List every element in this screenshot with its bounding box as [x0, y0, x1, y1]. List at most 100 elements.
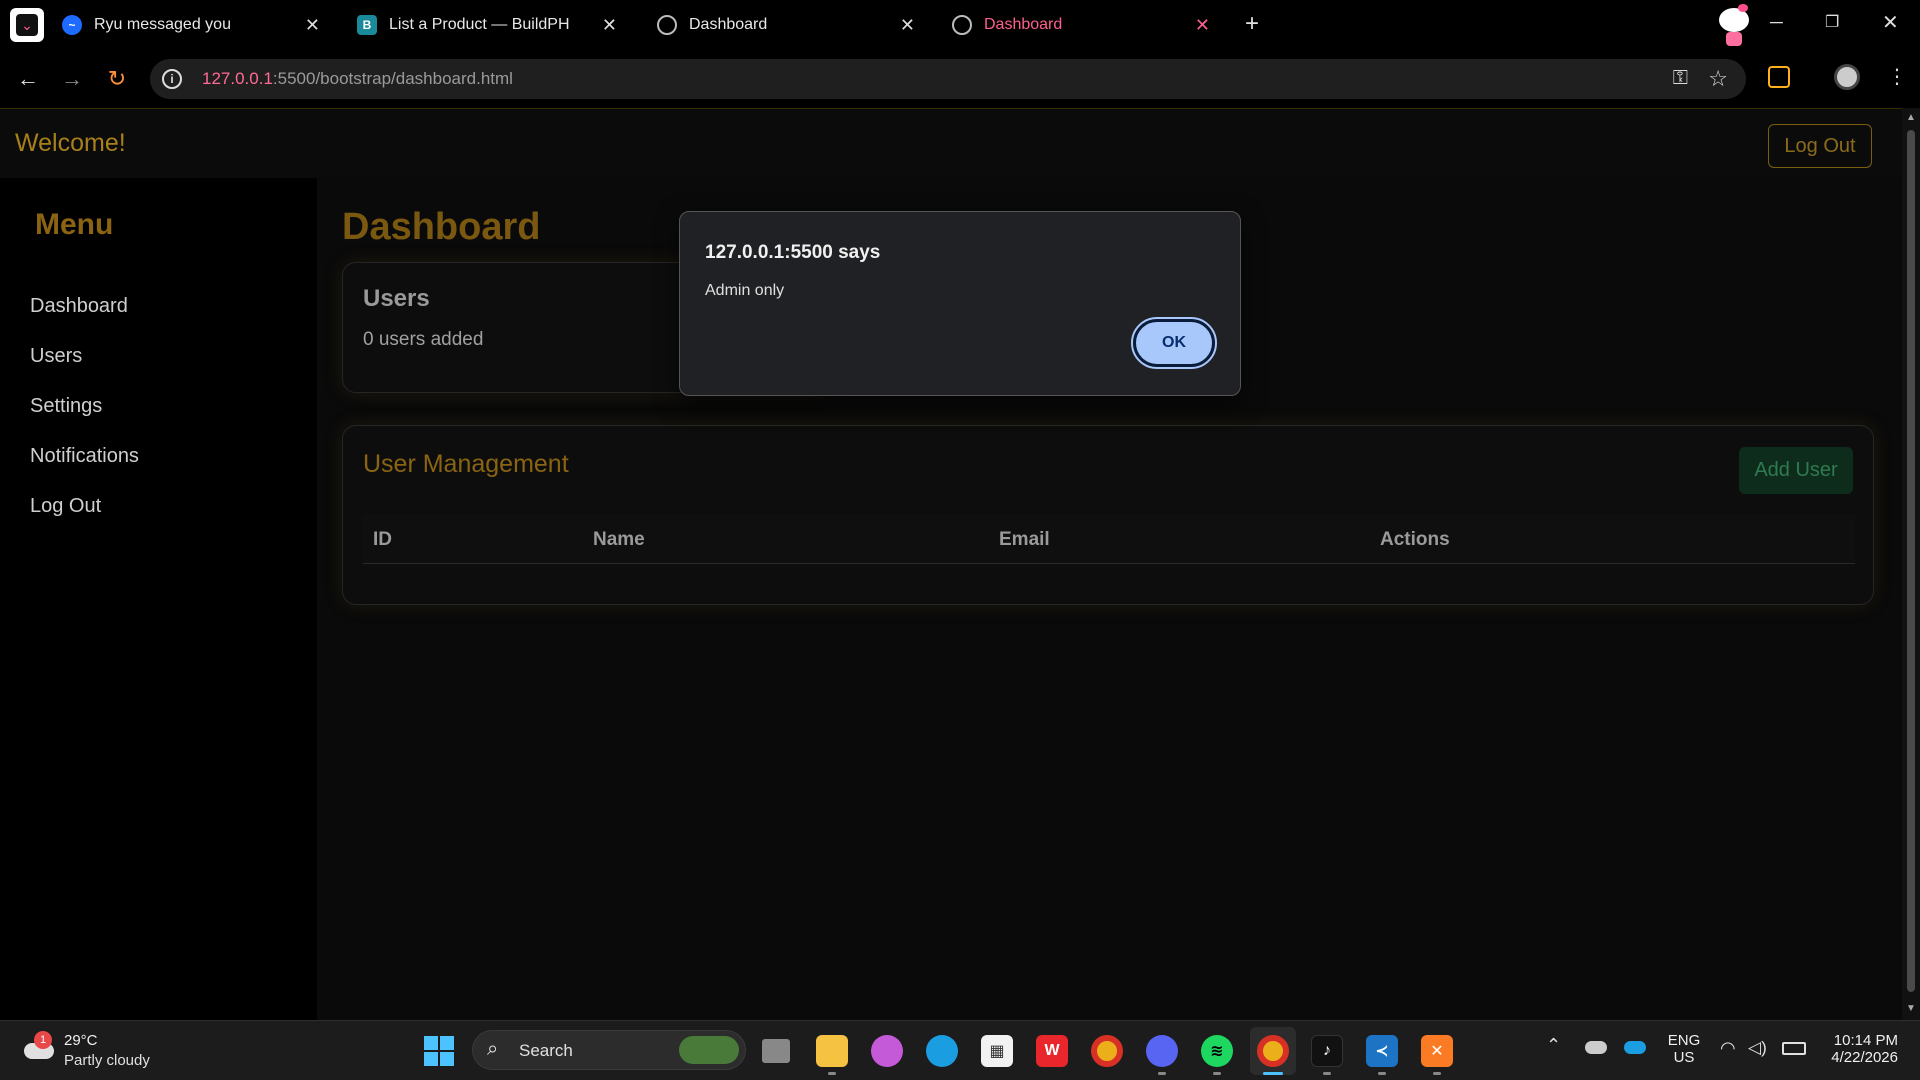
discord-icon[interactable]: [1146, 1035, 1178, 1067]
column-header-actions[interactable]: Actions: [1380, 529, 1450, 551]
wifi-icon[interactable]: ◠: [1720, 1038, 1736, 1059]
welcome-text: Welcome!: [15, 129, 126, 157]
weather-badge: 1: [34, 1031, 52, 1049]
forward-arrow-icon[interactable]: →: [58, 66, 86, 92]
page-scrollbar[interactable]: ▲ ▼: [1902, 108, 1920, 1020]
users-card-title: Users: [363, 285, 430, 312]
column-header-id[interactable]: ID: [373, 529, 392, 551]
taskbar-search[interactable]: ⌕ Search: [472, 1030, 746, 1070]
windows-start-icon[interactable]: [424, 1036, 454, 1066]
alert-message: Admin only: [705, 282, 785, 299]
extensions-icon[interactable]: [1768, 66, 1790, 88]
tab-ryu-messaged[interactable]: ~ Ryu messaged you ✕: [50, 6, 330, 44]
column-header-name[interactable]: Name: [593, 529, 645, 551]
close-tab-icon[interactable]: ✕: [900, 15, 915, 36]
messenger-icon: ~: [62, 15, 82, 35]
logout-button[interactable]: Log Out: [1768, 124, 1872, 168]
tab-dashboard[interactable]: Dashboard ✕: [645, 6, 925, 44]
bookmark-star-icon[interactable]: ☆: [1708, 66, 1728, 92]
sidebar-title: Menu: [35, 208, 114, 241]
new-tab-button[interactable]: +: [1245, 10, 1259, 38]
weather-description[interactable]: Partly cloudy: [64, 1052, 150, 1069]
tab-title: List a Product — BuildPH: [389, 16, 570, 33]
globe-icon: [657, 15, 677, 35]
chrome-icon[interactable]: [1091, 1035, 1123, 1067]
onedrive-cloud-icon[interactable]: [1585, 1041, 1607, 1054]
sidebar-item-settings[interactable]: Settings: [30, 395, 102, 418]
running-indicator: [1433, 1072, 1441, 1075]
sidebar: Menu Dashboard Users Settings Notificati…: [0, 178, 317, 1020]
search-icon: ⌕: [487, 1038, 499, 1060]
spotify-icon[interactable]: ≋: [1201, 1035, 1233, 1067]
clock-time: 10:14 PM: [1833, 1032, 1898, 1049]
tab-title: Dashboard: [689, 16, 768, 33]
windows-taskbar: 1 29°C Partly cloudy ⌕ Search ▦ W ≋ ♪ ≺ …: [0, 1020, 1920, 1080]
browser-tab-bar: ⌄ ~ Ryu messaged you ✕ B List a Product …: [0, 0, 1920, 50]
page-title: Dashboard: [342, 206, 541, 248]
address-bar[interactable]: i 127.0.0.1:5500/bootstrap/dashboard.htm…: [150, 59, 1746, 99]
sidebar-item-dashboard[interactable]: Dashboard: [30, 295, 128, 318]
battery-icon[interactable]: [1782, 1042, 1806, 1055]
back-arrow-icon[interactable]: ←: [14, 66, 42, 92]
volume-icon[interactable]: ◁): [1748, 1038, 1767, 1058]
running-indicator: [828, 1072, 836, 1075]
alert-title: 127.0.0.1:5500 says: [705, 242, 881, 263]
lang-code: ENG: [1667, 1032, 1701, 1049]
chrome-menu-icon[interactable]: ⋮: [1887, 64, 1907, 89]
column-header-email[interactable]: Email: [999, 529, 1050, 551]
running-indicator: [1213, 1072, 1221, 1075]
restore-icon[interactable]: ❐: [1825, 12, 1839, 32]
profile-avatar-icon[interactable]: [1716, 2, 1752, 48]
url-text[interactable]: 127.0.0.1:5500/bootstrap/dashboard.html: [202, 69, 513, 89]
running-indicator: [1378, 1072, 1386, 1075]
web-page: Welcome! Log Out Menu Dashboard Users Se…: [0, 108, 1902, 1020]
add-user-button[interactable]: Add User: [1739, 447, 1853, 494]
xampp-icon[interactable]: ✕: [1421, 1035, 1453, 1067]
tab-search-icon[interactable]: ⌄: [10, 8, 44, 42]
alert-dialog: 127.0.0.1:5500 says Admin only OK: [679, 211, 1241, 396]
vscode-icon[interactable]: ≺: [1366, 1035, 1398, 1067]
alert-ok-button[interactable]: OK: [1131, 317, 1217, 369]
sidebar-item-users[interactable]: Users: [30, 345, 82, 368]
onedrive-blue-icon[interactable]: [1624, 1041, 1646, 1054]
wps-office-icon[interactable]: W: [1036, 1035, 1068, 1067]
weather-cloud-icon[interactable]: 1: [24, 1031, 56, 1061]
weather-temperature[interactable]: 29°C: [64, 1032, 98, 1049]
file-explorer-icon[interactable]: [816, 1035, 848, 1067]
site-info-icon[interactable]: i: [162, 69, 182, 89]
language-indicator[interactable]: ENG US: [1666, 1032, 1702, 1066]
users-count-text: 0 users added: [363, 329, 484, 350]
tiktok-icon[interactable]: ♪: [1311, 1035, 1343, 1067]
minimize-icon[interactable]: ─: [1770, 12, 1783, 33]
reload-icon[interactable]: ↻: [103, 66, 131, 92]
sidebar-item-notifications[interactable]: Notifications: [30, 445, 139, 468]
store-icon[interactable]: ▦: [981, 1035, 1013, 1067]
chrome-profile-icon[interactable]: [1257, 1035, 1289, 1067]
scrollbar-thumb[interactable]: [1907, 130, 1915, 992]
chevron-up-icon[interactable]: ⌃: [1546, 1035, 1561, 1056]
sidebar-item-logout[interactable]: Log Out: [30, 495, 101, 518]
globe-icon: [952, 15, 972, 35]
user-management-card: User Management Add User ID Name Email A…: [342, 425, 1874, 605]
buildph-icon: B: [357, 15, 377, 35]
close-tab-icon[interactable]: ✕: [602, 15, 617, 36]
running-indicator: [1158, 1072, 1166, 1075]
copilot-icon[interactable]: [871, 1035, 903, 1067]
task-view-icon[interactable]: [762, 1039, 790, 1063]
scroll-down-icon[interactable]: ▼: [1906, 1003, 1916, 1014]
tab-list-product[interactable]: B List a Product — BuildPH ✕: [345, 6, 627, 44]
close-tab-icon[interactable]: ✕: [1195, 15, 1210, 36]
clock-date: 4/22/2026: [1831, 1049, 1898, 1066]
edge-icon[interactable]: [926, 1035, 958, 1067]
close-tab-icon[interactable]: ✕: [305, 15, 320, 36]
password-key-icon[interactable]: ⚿: [1673, 67, 1688, 90]
account-avatar-icon[interactable]: [1834, 64, 1860, 90]
users-table-header: ID Name Email Actions: [363, 514, 1855, 564]
close-window-icon[interactable]: ✕: [1882, 10, 1899, 35]
running-indicator-active: [1263, 1072, 1283, 1075]
scroll-up-icon[interactable]: ▲: [1906, 112, 1916, 123]
clock[interactable]: 10:14 PM 4/22/2026: [1818, 1032, 1898, 1066]
search-label: Search: [519, 1041, 573, 1060]
tab-title: Ryu messaged you: [94, 16, 231, 33]
tab-dashboard-active[interactable]: Dashboard ✕: [940, 6, 1220, 44]
